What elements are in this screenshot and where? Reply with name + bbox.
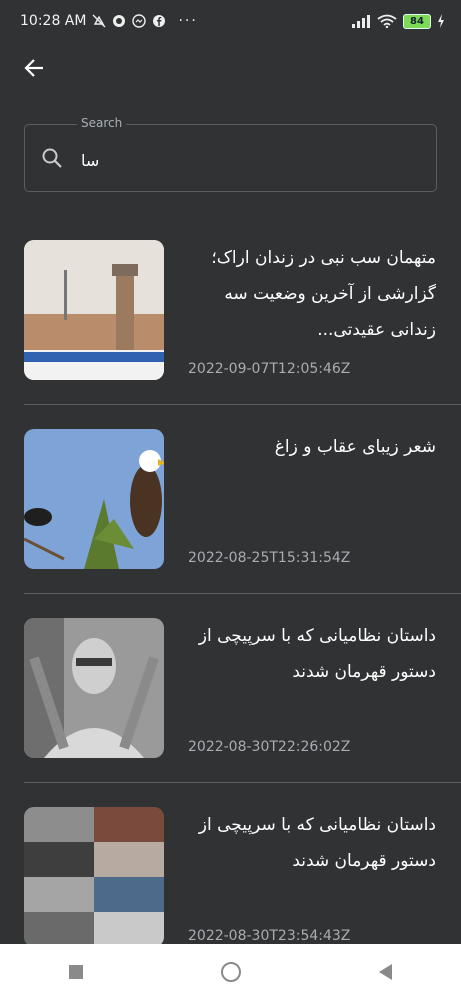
result-thumbnail-man — [24, 618, 164, 758]
result-thumbnail-eagle — [24, 429, 164, 569]
result-date: 2022-08-25T15:31:54Z — [188, 550, 351, 566]
result-date: 2022-08-30T22:26:02Z — [188, 739, 351, 755]
battery-indicator: 84 — [403, 13, 431, 29]
facebook-icon — [153, 15, 166, 27]
more-notifications: ··· — [178, 13, 198, 29]
signal-icon — [352, 15, 370, 28]
result-title: داستان نظامیانی که با سرپیچی از دستور قه… — [198, 626, 436, 682]
result-title: متهمان سب نبی در زندان اراک؛ گزارشی از آ… — [211, 248, 436, 340]
app-notification-icon — [113, 15, 126, 27]
system-navigation-bar — [0, 944, 461, 1000]
result-title: شعر زیبای عقاب و زاغ — [274, 437, 436, 457]
wifi-icon — [377, 14, 397, 28]
divider — [24, 782, 461, 783]
result-date: 2022-08-30T23:54:43Z — [188, 928, 351, 944]
result-title: داستان نظامیانی که با سرپیچی از دستور قه… — [198, 815, 436, 871]
home-button[interactable] — [221, 962, 241, 982]
search-label: Search — [77, 116, 127, 130]
messenger-icon — [132, 14, 147, 28]
status-bar: 10:28 AM ··· 84 — [0, 0, 461, 42]
status-time: 10:28 AM — [20, 13, 87, 29]
divider — [24, 404, 461, 405]
mute-icon — [92, 14, 106, 28]
search-field[interactable]: Search — [24, 116, 437, 192]
charging-icon — [438, 14, 444, 28]
result-thumbnail-prison — [24, 240, 164, 380]
back-button[interactable] — [20, 54, 48, 82]
result-thumbnail-collage — [24, 807, 164, 947]
search-icon — [42, 148, 62, 168]
search-input[interactable] — [79, 143, 403, 177]
divider — [24, 593, 461, 594]
system-back-button[interactable] — [379, 964, 392, 980]
arrow-left-icon — [24, 59, 43, 77]
recent-apps-button[interactable] — [69, 965, 83, 979]
result-date: 2022-09-07T12:05:46Z — [188, 361, 351, 377]
